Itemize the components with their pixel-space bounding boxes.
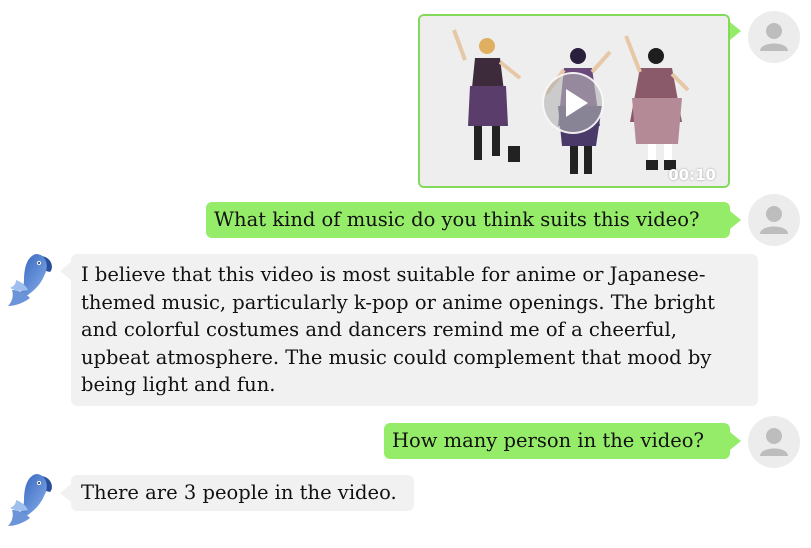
message-text: How many person in the video? [392, 429, 704, 452]
user-avatar[interactable] [748, 11, 800, 63]
person-icon [760, 23, 788, 51]
parrot-icon [8, 474, 52, 526]
video-message[interactable]: 00:10 [418, 14, 730, 188]
video-duration: 00:10 [668, 166, 716, 184]
parrot-icon [8, 254, 52, 306]
bubble-tail [730, 211, 741, 229]
user-avatar[interactable] [748, 416, 800, 468]
person-icon [760, 428, 788, 456]
assistant-message-bubble[interactable]: There are 3 people in the video. [71, 475, 414, 511]
message-text: What kind of music do you think suits th… [214, 208, 700, 231]
message-text: I believe that this video is most suitab… [81, 263, 715, 396]
person-icon [760, 206, 788, 234]
bubble-tail [60, 484, 71, 502]
play-button[interactable] [542, 72, 604, 134]
bubble-tail [730, 22, 741, 40]
message-text: There are 3 people in the video. [81, 481, 397, 504]
user-message-bubble[interactable]: How many person in the video? [384, 423, 730, 459]
play-icon [566, 89, 588, 117]
user-avatar[interactable] [748, 194, 800, 246]
user-message-bubble[interactable]: What kind of music do you think suits th… [206, 202, 730, 238]
assistant-message-bubble[interactable]: I believe that this video is most suitab… [71, 254, 758, 406]
bubble-tail [730, 432, 741, 450]
bubble-tail [60, 262, 71, 280]
